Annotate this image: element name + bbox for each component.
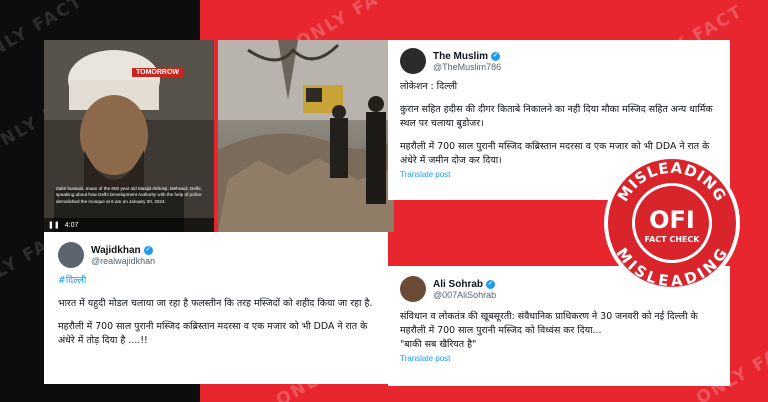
verified-badge-icon: ✓ — [491, 51, 501, 61]
tweet-handle[interactable]: @007AliSohrab — [433, 290, 496, 300]
translate-post-link[interactable]: Translate post — [400, 354, 718, 363]
tweet-author[interactable]: Ali Sohrab ✓ — [433, 279, 496, 290]
misleading-stamp-icon: MISLEADING MISLEADING OFI FACT CHECK — [604, 155, 740, 291]
stamp-subtitle: FACT CHECK — [645, 235, 701, 244]
tweet-author[interactable]: The Muslim ✓ — [433, 51, 501, 62]
channel-logo: TOMORROW — [132, 68, 184, 77]
avatar[interactable] — [400, 276, 426, 302]
tweet-card-wajidkhan[interactable]: Wajidkhan ✓ @realwajidkhan #दिल्ली भारत म… — [44, 232, 388, 384]
video-time: 4:07 — [64, 221, 79, 229]
video-frame[interactable]: TOMORROW Zakir hussain, Imam of the 600 … — [44, 40, 214, 232]
tweet-text-paragraph: भारत में यहुदी मोडल चलाया जा रहा है फलस्… — [58, 298, 373, 309]
hashtag-link[interactable]: #दिल्ली — [58, 274, 374, 288]
tweet-handle[interactable]: @TheMuslim786 — [433, 62, 501, 72]
avatar[interactable] — [58, 242, 84, 268]
tweet-text-paragraph: महरौली में 700 साल पुरानी मस्जिद कब्रिस्… — [58, 321, 368, 346]
bulldozer-scene-image — [218, 40, 394, 232]
video-controls: ❚❚ 4:07 — [44, 218, 214, 232]
tweet-author[interactable]: Wajidkhan ✓ — [91, 245, 155, 256]
video-caption: Zakir hussain, Imam of the 600 year old … — [56, 186, 202, 204]
stamp-logo: OFI — [649, 206, 695, 234]
tweet-text-quote: "बाकी सब खैरियत है" — [400, 339, 477, 350]
tweet-handle[interactable]: @realwajidkhan — [91, 256, 155, 266]
fact-check-graphic: ONLY FACT ONLY FACT ONLY FACT ONLY FACT … — [0, 0, 768, 402]
tweet-text-paragraph: संविधान व लोकतंत्र की खूबसूरती: संवैधानि… — [400, 311, 698, 336]
verified-badge-icon: ✓ — [486, 279, 496, 289]
tweet-text-location: लोकेशन : दिल्ली — [400, 81, 458, 92]
demolition-photo — [218, 40, 394, 232]
avatar[interactable] — [400, 48, 426, 74]
pause-icon[interactable]: ❚❚ — [48, 221, 60, 229]
tweet-text-paragraph: कुरान सहित हदीस की दीगर किताबे निकालने क… — [400, 104, 713, 129]
verified-badge-icon: ✓ — [143, 245, 153, 255]
tweet-header: Wajidkhan ✓ @realwajidkhan — [58, 242, 374, 268]
tweet-header: The Muslim ✓ @TheMuslim786 — [400, 48, 718, 74]
